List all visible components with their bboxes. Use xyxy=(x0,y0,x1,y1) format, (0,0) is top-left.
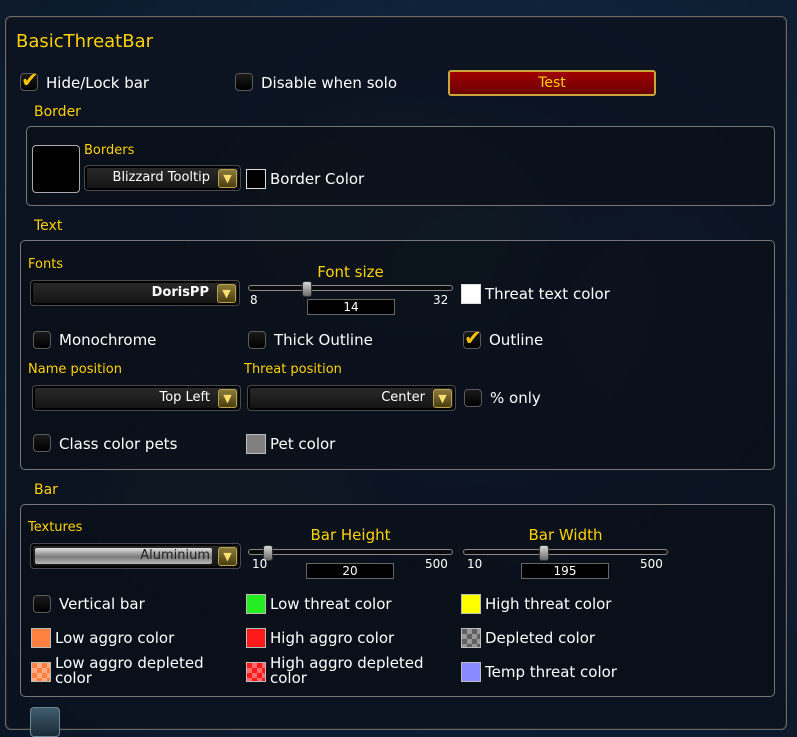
pet-color-swatch[interactable] xyxy=(246,434,266,454)
bar-width-max: 500 xyxy=(640,557,663,571)
high-aggro-depleted-label-line2: color xyxy=(270,669,307,687)
textures-dropdown-value: Aluminium xyxy=(140,548,210,563)
hide-lock-label: Hide/Lock bar xyxy=(46,74,150,92)
dropdown-arrow-icon[interactable]: ▼ xyxy=(217,284,236,303)
borders-label: Borders xyxy=(84,143,135,158)
threat-position-dropdown[interactable]: Center ▼ xyxy=(247,385,456,411)
dropdown-arrow-icon[interactable]: ▼ xyxy=(218,169,237,188)
low-aggro-depleted-label: Low aggro depleted color xyxy=(55,656,204,686)
low-aggro-depleted-color-swatch[interactable] xyxy=(31,662,51,682)
bar-width-min: 10 xyxy=(467,557,483,571)
threat-text-color-swatch[interactable] xyxy=(461,284,481,304)
fonts-dropdown-value: DorisPP xyxy=(151,285,209,300)
low-aggro-depleted-label-line2: color xyxy=(55,669,92,687)
disable-solo-label: Disable when solo xyxy=(261,74,398,92)
name-position-label: Name position xyxy=(28,362,122,377)
thick-outline-label: Thick Outline xyxy=(274,331,373,349)
outline-checkbox[interactable] xyxy=(463,326,482,350)
font-size-max: 32 xyxy=(433,293,449,307)
threat-position-value: Center xyxy=(381,390,425,405)
hide-lock-checkbox[interactable] xyxy=(20,68,39,92)
font-size-min: 8 xyxy=(250,293,258,307)
window-title: BasicThreatBar xyxy=(16,31,154,52)
high-aggro-depleted-color-swatch[interactable] xyxy=(246,662,266,682)
bar-height-slider[interactable] xyxy=(248,549,453,555)
name-position-value: Top Left xyxy=(159,390,210,405)
textures-label: Textures xyxy=(28,520,83,535)
depleted-color-swatch[interactable] xyxy=(461,628,481,648)
monochrome-checkbox[interactable] xyxy=(33,331,51,349)
percent-only-label: % only xyxy=(490,389,541,407)
font-size-slider[interactable] xyxy=(248,285,453,291)
borders-dropdown[interactable]: Blizzard Tooltip ▼ xyxy=(84,165,241,191)
vertical-bar-checkbox[interactable] xyxy=(33,595,51,613)
dropdown-arrow-icon[interactable]: ▼ xyxy=(433,389,452,408)
border-section-title: Border xyxy=(34,104,81,120)
borders-dropdown-value: Blizzard Tooltip xyxy=(112,170,210,185)
bar-section-title: Bar xyxy=(34,482,58,498)
border-color-label: Border Color xyxy=(270,170,365,188)
textures-dropdown[interactable]: Aluminium ▼ xyxy=(30,543,241,569)
low-aggro-color-swatch[interactable] xyxy=(31,628,51,648)
outline-label: Outline xyxy=(489,331,544,349)
bar-height-max: 500 xyxy=(425,557,448,571)
addon-logo-icon xyxy=(30,707,60,737)
pet-color-label: Pet color xyxy=(270,435,336,453)
bar-width-slider-thumb[interactable] xyxy=(539,545,549,561)
monochrome-label: Monochrome xyxy=(59,331,157,349)
font-size-slider-thumb[interactable] xyxy=(302,281,312,297)
percent-only-checkbox[interactable] xyxy=(464,389,482,407)
depleted-color-label: Depleted color xyxy=(485,629,596,647)
fonts-label: Fonts xyxy=(28,257,64,272)
test-button[interactable]: Test xyxy=(448,70,656,96)
name-position-dropdown[interactable]: Top Left ▼ xyxy=(32,385,241,411)
high-threat-color-swatch[interactable] xyxy=(461,594,481,614)
high-threat-color-label: High threat color xyxy=(485,595,612,613)
border-preview xyxy=(32,145,80,193)
class-color-pets-label: Class color pets xyxy=(59,435,178,453)
high-aggro-color-label: High aggro color xyxy=(270,629,395,647)
threat-text-color-label: Threat text color xyxy=(485,285,610,303)
dropdown-arrow-icon[interactable]: ▼ xyxy=(218,389,237,408)
border-color-swatch[interactable] xyxy=(246,169,266,189)
threat-position-label: Threat position xyxy=(244,362,342,377)
temp-threat-color-swatch[interactable] xyxy=(461,662,481,682)
dropdown-arrow-icon[interactable]: ▼ xyxy=(218,547,237,566)
bar-height-title: Bar Height xyxy=(310,526,391,544)
font-size-input[interactable]: 14 xyxy=(307,299,395,315)
low-aggro-color-label: Low aggro color xyxy=(55,629,175,647)
text-section-title: Text xyxy=(34,218,63,234)
high-aggro-color-swatch[interactable] xyxy=(246,628,266,648)
class-color-pets-checkbox[interactable] xyxy=(33,434,51,452)
bar-width-input[interactable]: 195 xyxy=(521,563,609,579)
bar-height-min: 10 xyxy=(252,557,268,571)
font-size-title: Font size xyxy=(317,263,384,281)
bar-height-input[interactable]: 20 xyxy=(306,563,394,579)
vertical-bar-label: Vertical bar xyxy=(59,595,145,613)
bar-width-title: Bar Width xyxy=(528,526,603,544)
thick-outline-checkbox[interactable] xyxy=(248,331,266,349)
high-aggro-depleted-label: High aggro depleted color xyxy=(270,656,424,686)
bar-width-slider[interactable] xyxy=(463,549,668,555)
low-threat-color-label: Low threat color xyxy=(270,595,392,613)
low-threat-color-swatch[interactable] xyxy=(246,594,266,614)
temp-threat-color-label: Temp threat color xyxy=(485,663,617,681)
fonts-dropdown[interactable]: DorisPP ▼ xyxy=(30,280,240,306)
disable-solo-checkbox[interactable] xyxy=(235,73,253,91)
